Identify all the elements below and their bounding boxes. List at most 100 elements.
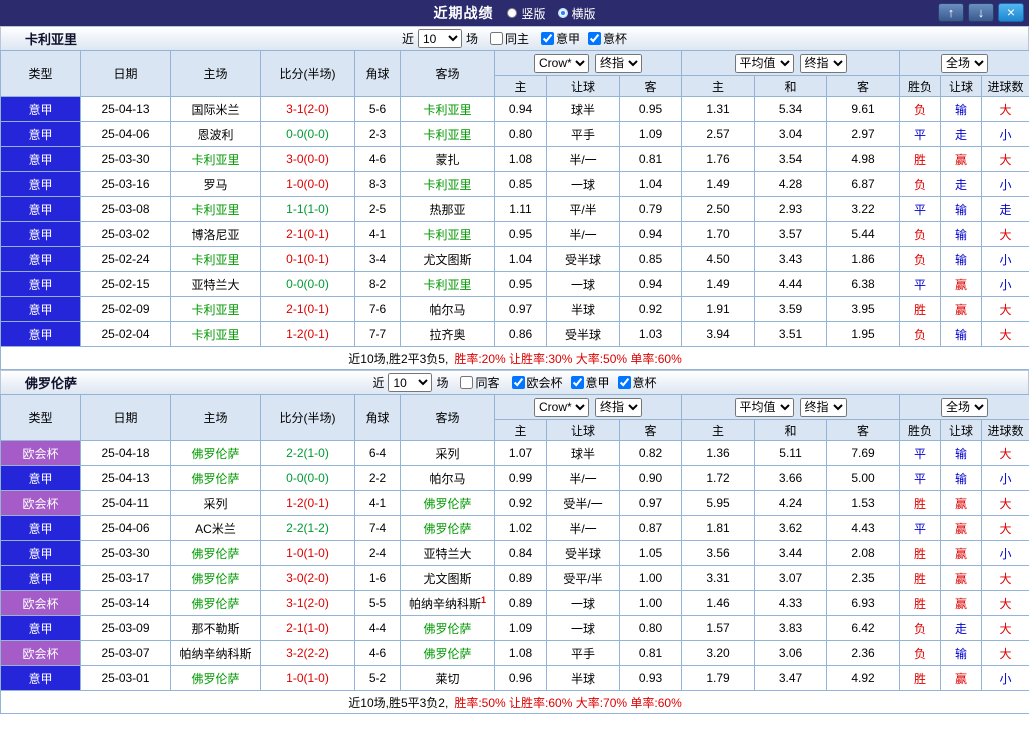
average-select[interactable]: 平均值 (734, 397, 794, 417)
avg-away-odds: 4.43 (826, 515, 901, 541)
sub-header-goals: 进球数 (981, 75, 1029, 97)
avg-home-odds: 2.50 (681, 196, 756, 222)
scope-select[interactable]: 全场 (941, 397, 989, 417)
home-team-name: 恩波利 (197, 127, 234, 142)
scroll-up-button[interactable]: ↑ (938, 3, 964, 22)
home-team: 佛罗伦萨 (170, 665, 261, 691)
away-team: 佛罗伦萨 (400, 515, 495, 541)
team-section-fiorentina: 佛罗伦萨 近 10 场 同客 欧会杯 意甲 意杯 类型 日期 主场 比分(半场)… (0, 370, 1029, 714)
match-date: 25-04-06 (80, 121, 171, 147)
match-row: 意甲 25-03-02 博洛尼亚 2-1(0-1) 4-1 卡利亚里 0.95 … (0, 221, 1029, 247)
corners: 3-4 (354, 246, 401, 272)
ah-home-odds: 0.95 (494, 221, 547, 247)
recent-count-select[interactable]: 10 (417, 29, 462, 48)
result-handicap: 走 (940, 121, 983, 147)
ah-away-odds: 0.94 (618, 271, 683, 297)
ah-handicap-line: 一球 (546, 615, 620, 641)
scroll-down-button[interactable]: ↓ (968, 3, 994, 22)
avg-draw-odds: 3.57 (754, 221, 828, 247)
ah-home-odds: 0.80 (494, 121, 547, 147)
ah-handicap-line: 平手 (546, 121, 620, 147)
league-checkbox[interactable] (570, 376, 584, 389)
league-checkbox[interactable] (541, 32, 554, 45)
result-goals: 小 (981, 540, 1029, 566)
avg-home-odds: 3.31 (681, 565, 756, 591)
red-card-flag: 1 (481, 594, 487, 605)
corners: 2-2 (354, 465, 401, 491)
result-outcome: 负 (899, 171, 942, 197)
result-outcome: 胜 (899, 540, 942, 566)
home-team: 佛罗伦萨 (170, 465, 261, 491)
home-team-name: 采列 (203, 496, 228, 511)
score: 0-0(0-0) (260, 271, 355, 297)
bookmaker-odds-type-select[interactable]: 终指 (595, 53, 642, 73)
result-outcome: 负 (899, 640, 942, 666)
layout-radio[interactable]: 横版 (557, 5, 596, 22)
avg-draw-odds: 4.24 (754, 490, 828, 516)
matches-table: 类型 日期 主场 比分(半场) 角球 客场 Crow*终指 平均值终指 全场 (0, 394, 1029, 714)
bookmaker-select[interactable]: Crow* (534, 53, 589, 73)
average-select[interactable]: 平均值 (734, 53, 794, 73)
home-team: 博洛尼亚 (170, 221, 261, 247)
avg-away-odds: 2.08 (826, 540, 901, 566)
league-filter[interactable]: 意甲 (541, 30, 580, 47)
league-label: 意甲 (556, 32, 581, 46)
same-venue-checkbox[interactable] (460, 376, 474, 389)
avg-home-odds: 2.57 (681, 121, 756, 147)
league-filter[interactable]: 意甲 (570, 374, 610, 391)
away-team: 尤文图斯 (400, 246, 495, 272)
ah-handicap-line: 半/一 (546, 146, 620, 172)
away-team-name: 热那亚 (429, 202, 466, 217)
matches-label: 场 (436, 376, 449, 390)
result-goals: 大 (981, 590, 1029, 616)
result-handicap: 输 (940, 465, 983, 491)
same-venue-checkbox[interactable] (489, 32, 503, 45)
avg-away-odds: 6.93 (826, 590, 901, 616)
section-header: 卡利亚里 近 10 场 同主 意甲 意杯 (0, 26, 1029, 50)
ah-away-odds: 0.79 (618, 196, 683, 222)
result-goals: 大 (981, 490, 1029, 516)
result-goals: 大 (981, 146, 1029, 172)
ah-away-odds: 1.00 (618, 565, 683, 591)
average-odds-type-select[interactable]: 终指 (799, 53, 847, 73)
match-date: 25-04-06 (80, 515, 171, 541)
recent-count-select[interactable]: 10 (388, 373, 433, 392)
league-filter[interactable]: 意杯 (588, 30, 627, 47)
radio-label: 横版 (571, 6, 596, 21)
result-goals: 小 (981, 465, 1029, 491)
close-button[interactable]: × (998, 3, 1024, 22)
match-row: 意甲 25-02-09 卡利亚里 2-1(0-1) 7-6 帕尔马 0.97 半… (0, 296, 1029, 322)
home-team: AC米兰 (170, 515, 261, 541)
avg-draw-odds: 4.28 (754, 171, 828, 197)
league-checkbox[interactable] (511, 376, 525, 389)
summary-row: 近10场,胜5平3负2, 胜率:50% 让胜率:60% 大率:70% 单率:60% (0, 690, 1029, 714)
home-team-name: 罗马 (203, 177, 228, 192)
layout-radio[interactable]: 竖版 (507, 5, 546, 22)
ah-away-odds: 1.00 (618, 590, 683, 616)
home-team: 佛罗伦萨 (170, 440, 261, 466)
sub-header-ah-away: 客 (618, 75, 683, 97)
avg-draw-odds: 3.07 (754, 565, 828, 591)
home-team: 卡利亚里 (170, 196, 261, 222)
score: 0-1(0-1) (260, 246, 355, 272)
average-odds-type-select[interactable]: 终指 (799, 397, 847, 417)
away-team: 尤文图斯 (400, 565, 495, 591)
bookmaker-select[interactable]: Crow* (534, 397, 589, 417)
scope-select[interactable]: 全场 (941, 53, 989, 73)
match-date: 25-02-04 (80, 321, 171, 347)
match-row: 意甲 25-04-13 佛罗伦萨 0-0(0-0) 2-2 帕尔马 0.99 半… (0, 465, 1029, 491)
league-filter[interactable]: 欧会杯 (511, 374, 563, 391)
col-header-type: 类型 (0, 50, 81, 97)
league-badge: 意甲 (0, 615, 81, 641)
avg-home-odds: 1.46 (681, 590, 756, 616)
league-checkbox[interactable] (588, 32, 602, 45)
score: 3-0(2-0) (260, 565, 355, 591)
league-badge: 意甲 (0, 121, 81, 147)
same-venue-filter[interactable]: 同客 (460, 374, 500, 391)
result-outcome: 平 (899, 465, 942, 491)
league-checkbox[interactable] (617, 376, 631, 389)
same-venue-filter[interactable]: 同主 (489, 30, 529, 47)
bookmaker-odds-type-select[interactable]: 终指 (595, 397, 642, 417)
league-filter[interactable]: 意杯 (617, 374, 657, 391)
summary-record: 近10场,胜2平3负5, (348, 351, 449, 366)
